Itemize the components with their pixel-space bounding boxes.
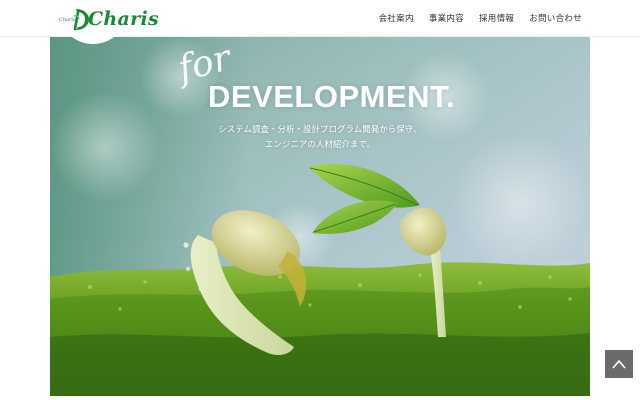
- logo-text: Charis: [88, 8, 159, 30]
- nav-item-company[interactable]: 会社案内: [379, 12, 414, 24]
- hero-subtitle-line2: エンジニアの人材紹介まで。: [264, 140, 376, 150]
- hero-banner: for DEVELOPMENT. システム調査・分析・設計プログラム開発から保守…: [50, 37, 590, 396]
- chevron-up-icon: [612, 359, 626, 369]
- logo-small-text: Charis: [59, 17, 76, 23]
- hero-headline: DEVELOPMENT.: [208, 79, 456, 114]
- hero-text: for DEVELOPMENT. システム調査・分析・設計プログラム開発から保守…: [50, 37, 590, 396]
- logo-link[interactable]: Charis Charis: [58, 6, 159, 32]
- page: Charis Charis 会社案内 事業内容 採用情報 お問い合わせ for …: [0, 0, 640, 400]
- back-to-top-button[interactable]: [605, 350, 633, 378]
- nav-item-recruit[interactable]: 採用情報: [479, 12, 514, 24]
- charis-logo-icon: Charis: [59, 9, 89, 31]
- main-nav: 会社案内 事業内容 採用情報 お問い合わせ: [379, 0, 582, 36]
- nav-item-business[interactable]: 事業内容: [429, 12, 464, 24]
- site-header: Charis Charis 会社案内 事業内容 採用情報 お問い合わせ: [0, 0, 640, 44]
- hero-subtitle-line1: システム調査・分析・設計プログラム開発から保守、: [218, 125, 422, 135]
- nav-item-contact[interactable]: お問い合わせ: [529, 12, 582, 24]
